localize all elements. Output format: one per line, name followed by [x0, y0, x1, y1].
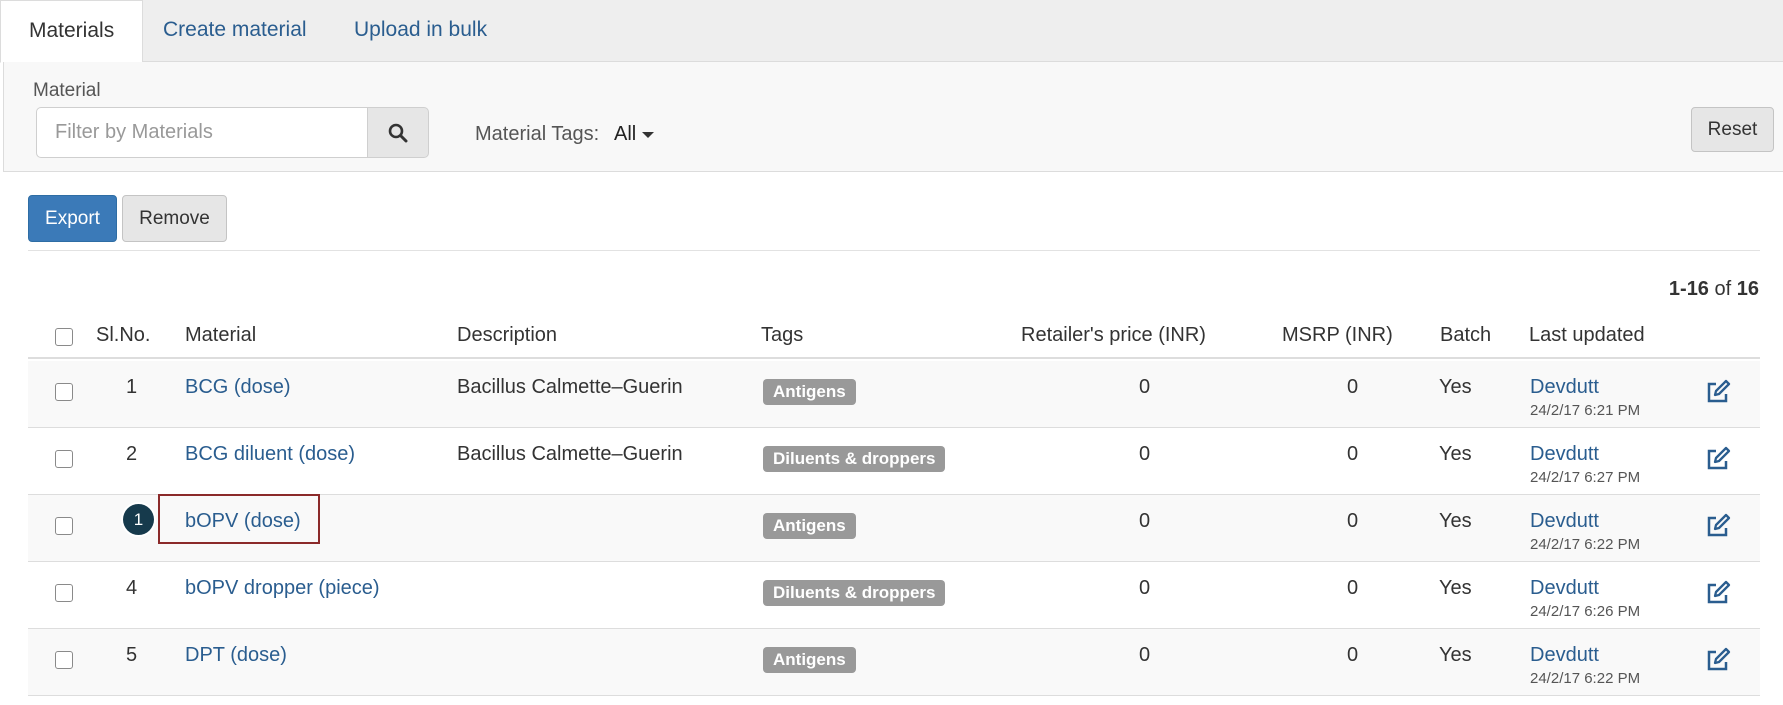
highlight-box: [158, 494, 320, 544]
row-tag-badge: Antigens: [763, 513, 856, 539]
step-badge: 1: [123, 504, 154, 535]
row-checkbox[interactable]: [55, 517, 73, 535]
material-tags-label: Material Tags:: [475, 123, 600, 145]
row-batch: Yes: [1439, 510, 1472, 532]
select-all-checkbox[interactable]: [55, 328, 73, 346]
row-retailer-price: 0: [1139, 577, 1151, 599]
search-button[interactable]: [367, 107, 429, 158]
row-description: Bacillus Calmette–Guerin: [457, 443, 683, 465]
row-tag-badge: Antigens: [763, 647, 856, 673]
header-batch: Batch: [1440, 324, 1492, 346]
row-slno: 1: [126, 376, 138, 398]
material-tags-value: All: [614, 123, 637, 145]
row-batch: Yes: [1439, 577, 1472, 599]
export-button[interactable]: Export: [28, 195, 117, 242]
row-batch: Yes: [1439, 376, 1472, 398]
edit-icon[interactable]: [1705, 580, 1731, 606]
header-msrp: MSRP (INR): [1282, 324, 1393, 346]
tabs-bar: Materials Create material Upload in bulk: [0, 0, 1783, 63]
row-updated-by-link[interactable]: Devdutt: [1530, 577, 1599, 600]
row-slno: 2: [126, 443, 138, 465]
divider: [28, 250, 1760, 251]
tab-create-material[interactable]: Create material: [135, 0, 335, 62]
row-material-link[interactable]: bOPV dropper (piece): [185, 577, 380, 600]
row-slno: 4: [126, 577, 138, 599]
row-retailer-price: 0: [1139, 443, 1151, 465]
row-updated-at: 24/2/17 6:26 PM: [1530, 603, 1641, 620]
row-material-link[interactable]: BCG (dose): [185, 376, 291, 399]
row-checkbox[interactable]: [55, 584, 73, 602]
row-msrp: 0: [1347, 644, 1359, 666]
row-msrp: 0: [1347, 376, 1359, 398]
row-batch: Yes: [1439, 644, 1472, 666]
row-updated-by-link[interactable]: Devdutt: [1530, 644, 1599, 667]
pagination-end: 16: [1686, 278, 1709, 300]
edit-icon[interactable]: [1705, 379, 1731, 405]
row-updated-by-link[interactable]: Devdutt: [1530, 376, 1599, 399]
row-updated-by-link[interactable]: Devdutt: [1530, 443, 1599, 466]
header-slno: Sl.No.: [96, 324, 151, 346]
header-description: Description: [457, 324, 558, 346]
reset-button[interactable]: Reset: [1691, 107, 1774, 152]
row-msrp: 0: [1347, 577, 1359, 599]
pagination-total: 16: [1736, 278, 1759, 300]
row-msrp: 0: [1347, 443, 1359, 465]
table-row: 5 DPT (dose) Antigens 0 0 Yes Devdutt 24…: [28, 629, 1760, 696]
row-retailer-price: 0: [1139, 644, 1151, 666]
row-checkbox[interactable]: [55, 651, 73, 669]
row-slno: 5: [126, 644, 138, 666]
row-tag-badge: Diluents & droppers: [763, 446, 946, 472]
row-batch: Yes: [1439, 443, 1472, 465]
table-row: 2 BCG diluent (dose) Bacillus Calmette–G…: [28, 428, 1760, 495]
edit-icon[interactable]: [1705, 513, 1731, 539]
header-last-updated: Last updated: [1529, 324, 1645, 346]
edit-icon[interactable]: [1705, 446, 1731, 472]
row-updated-at: 24/2/17 6:22 PM: [1530, 536, 1641, 553]
material-filter-label: Material: [33, 80, 101, 101]
row-checkbox[interactable]: [55, 383, 73, 401]
tab-upload-in-bulk[interactable]: Upload in bulk: [326, 0, 515, 62]
pagination-start: 1: [1668, 278, 1681, 300]
search-icon: [388, 123, 408, 142]
row-updated-at: 24/2/17 6:21 PM: [1530, 402, 1641, 419]
pagination-of: of: [1714, 278, 1732, 300]
table-row: 4 bOPV dropper (piece) Diluents & droppe…: [28, 562, 1760, 629]
row-tag-badge: Antigens: [763, 379, 856, 405]
tab-materials[interactable]: Materials: [0, 0, 144, 63]
row-tag-badge: Diluents & droppers: [763, 580, 946, 606]
row-updated-by-link[interactable]: Devdutt: [1530, 510, 1599, 533]
material-search-input[interactable]: [36, 107, 370, 158]
header-material: Material: [185, 324, 257, 346]
row-updated-at: 24/2/17 6:22 PM: [1530, 670, 1641, 687]
row-material-link[interactable]: DPT (dose): [185, 644, 287, 667]
row-description: Bacillus Calmette–Guerin: [457, 376, 683, 398]
row-updated-at: 24/2/17 6:27 PM: [1530, 469, 1641, 486]
row-msrp: 0: [1347, 510, 1359, 532]
header-retailer-price: Retailer's price (INR): [1021, 324, 1206, 346]
row-retailer-price: 0: [1139, 510, 1151, 532]
row-material-link[interactable]: BCG diluent (dose): [185, 443, 355, 466]
pagination-info: 1-16 of 16: [1668, 278, 1759, 300]
row-checkbox[interactable]: [55, 450, 73, 468]
caret-down-icon: [642, 131, 655, 138]
table-header: Sl.No. Material Description Tags Retaile…: [28, 316, 1760, 359]
row-retailer-price: 0: [1139, 376, 1151, 398]
header-tags: Tags: [761, 324, 804, 346]
table-row: 1 BCG (dose) Bacillus Calmette–Guerin An…: [28, 361, 1760, 428]
remove-button[interactable]: Remove: [122, 195, 227, 242]
edit-icon[interactable]: [1705, 647, 1731, 673]
material-tags-dropdown[interactable]: All: [614, 123, 655, 146]
